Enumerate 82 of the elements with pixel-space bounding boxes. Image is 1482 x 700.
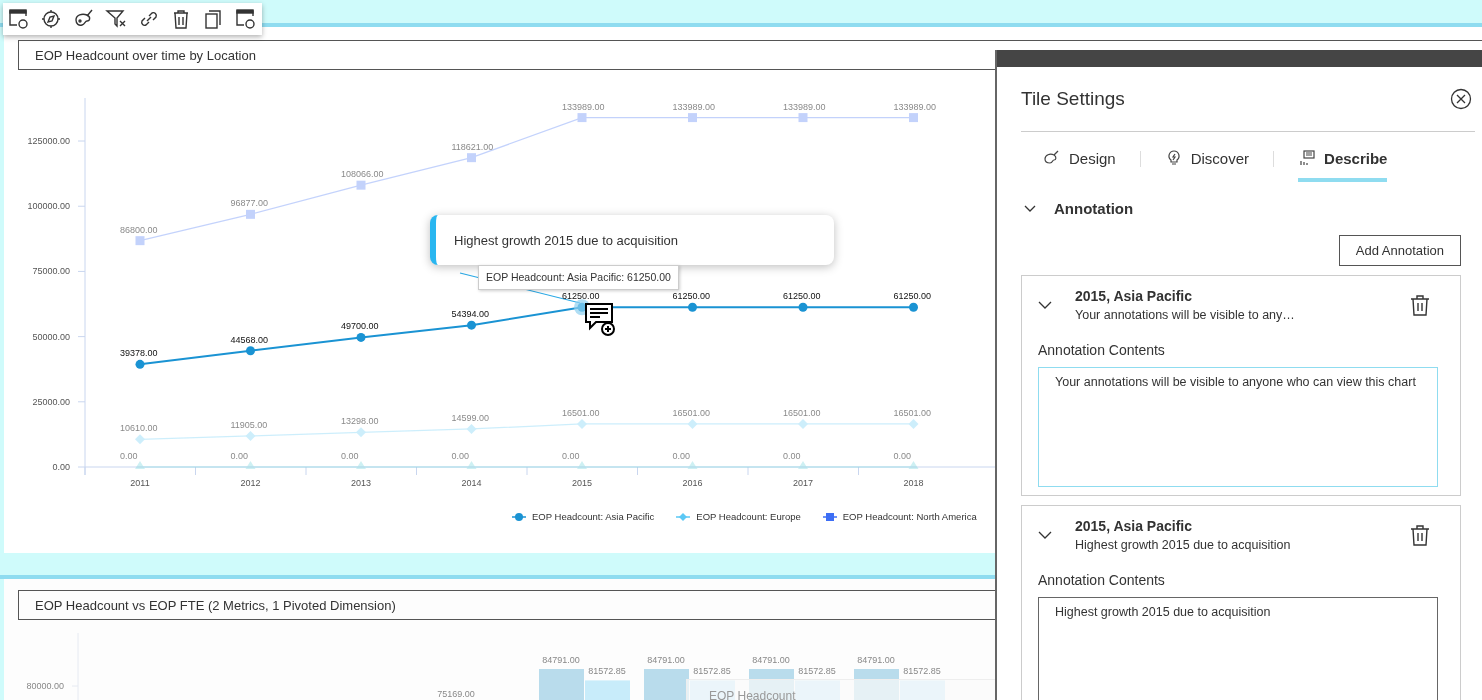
data-label: 61250.00 — [893, 291, 932, 302]
annotation-popup-text: Highest growth 2015 due to acquisition — [454, 232, 679, 248]
data-label: 81572.85 — [903, 666, 941, 677]
x-tick-label: 2018 — [903, 478, 924, 488]
y-tick-label: 80000.00 — [26, 681, 64, 691]
y-tick-label: 25000.00 — [32, 396, 70, 407]
x-tick-label: 2012 — [240, 478, 261, 488]
add-annotation-button[interactable]: Add Annotation — [1338, 235, 1461, 266]
data-label: 16501.00 — [783, 407, 821, 418]
data-label: 10610.00 — [120, 423, 158, 434]
tab[interactable]: Discover — [1164, 149, 1250, 182]
data-label: 108066.00 — [341, 169, 384, 180]
data-label: 0.00 — [893, 451, 912, 461]
data-label: 84791.00 — [542, 655, 580, 665]
data-label: 0.00 — [562, 451, 580, 461]
data-label: 16501.00 — [893, 407, 932, 418]
data-label: 0.00 — [783, 451, 801, 461]
data-label: 11905.00 — [230, 419, 268, 430]
annotation-title: 2015, Asia Pacific — [1075, 518, 1193, 534]
data-label: 118621.00 — [451, 141, 494, 152]
data-label: 84791.00 — [647, 655, 685, 665]
data-label: 61250.00 — [783, 291, 821, 302]
data-label: 16501.00 — [672, 407, 711, 418]
data-label: 0.00 — [120, 451, 138, 461]
x-tick-label: 2011 — [130, 478, 150, 488]
hover-tooltip: EOP Headcount: Asia Pacific: 61250.00 — [478, 265, 679, 290]
data-label: 61250.00 — [672, 291, 711, 302]
annotation-title: 2015, Asia Pacific — [1075, 288, 1193, 304]
y-tick-label: 25000.00 — [32, 396, 86, 407]
legend-label: EOP Headcount: Europe — [696, 511, 801, 522]
annotation-summary: Highest growth 2015 due to acquisition — [1075, 538, 1292, 552]
data-label: 49700.00 — [341, 321, 379, 332]
annotation-contents-field[interactable]: Your annotations will be visible to anyone who can view this chart — [1038, 367, 1438, 487]
data-label: 16501.00 — [562, 407, 600, 418]
y-tick-label: 50000.00 — [32, 331, 86, 342]
data-label: 0.00 — [230, 451, 249, 461]
field-label: Annotation Contents — [1038, 572, 1166, 588]
data-label: 133989.00 — [672, 101, 716, 112]
data-label: 133989.00 — [893, 101, 937, 112]
x-tick-label: 2014 — [461, 478, 482, 488]
data-label: 84791.00 — [857, 655, 895, 665]
data-label: 61250.00 — [562, 291, 600, 302]
data-label: 96877.00 — [230, 198, 269, 209]
data-label: 39378.00 — [120, 348, 158, 359]
y-tick-label: 100000.00 — [27, 201, 70, 212]
y-tick-label: 50000.00 — [32, 331, 70, 342]
field-label: Annotation Contents — [1038, 342, 1166, 358]
data-label: 133989.00 — [783, 101, 826, 112]
data-label: 0.00 — [672, 451, 691, 461]
section-title: Annotation — [1054, 200, 1134, 217]
y-tick-label: 125000.00 — [27, 136, 86, 147]
data-label: 81572.85 — [798, 666, 836, 677]
x-tick-label: 2017 — [793, 478, 813, 488]
annotation-summary: Your annotations will be visible to any… — [1075, 308, 1296, 322]
data-label: 14599.00 — [451, 412, 490, 423]
x-tick-label: 2013 — [351, 478, 371, 488]
y-tick-label: 0.00 — [52, 462, 86, 472]
data-label: 75169.00 — [437, 689, 475, 700]
x-tick-label: 2016 — [682, 478, 703, 488]
y-tick-label: 75000.00 — [32, 266, 86, 277]
data-label: 0.00 — [451, 451, 470, 461]
tooltip-title: EOP Headcount — [709, 689, 796, 700]
annotation-contents-field[interactable]: Highest growth 2015 due to acquisition — [1038, 597, 1438, 700]
y-tick-label: 100000.00 — [27, 201, 86, 212]
y-tick-label: 0.00 — [52, 462, 70, 472]
data-label: 0.00 — [341, 451, 359, 461]
tab[interactable]: Describe — [1298, 149, 1388, 182]
legend-label: EOP Headcount: North America — [842, 511, 977, 522]
panel-title: Tile Settings — [1021, 88, 1125, 110]
data-label: 54394.00 — [451, 309, 490, 320]
data-label: 84791.00 — [752, 655, 790, 665]
x-tick-label: 2015 — [572, 478, 592, 488]
data-label: 81572.85 — [588, 666, 626, 677]
legend-label: EOP Headcount: Asia Pacific — [532, 511, 655, 522]
y-tick-label: 125000.00 — [27, 136, 70, 147]
data-label: 81572.85 — [693, 666, 731, 677]
tab[interactable]: Design — [1043, 149, 1116, 182]
data-label: 13298.00 — [341, 416, 379, 427]
data-label: 44568.00 — [230, 334, 269, 345]
data-label: 133989.00 — [562, 101, 605, 112]
data-label: 86800.00 — [120, 224, 158, 235]
y-tick-label: 75000.00 — [32, 266, 70, 277]
